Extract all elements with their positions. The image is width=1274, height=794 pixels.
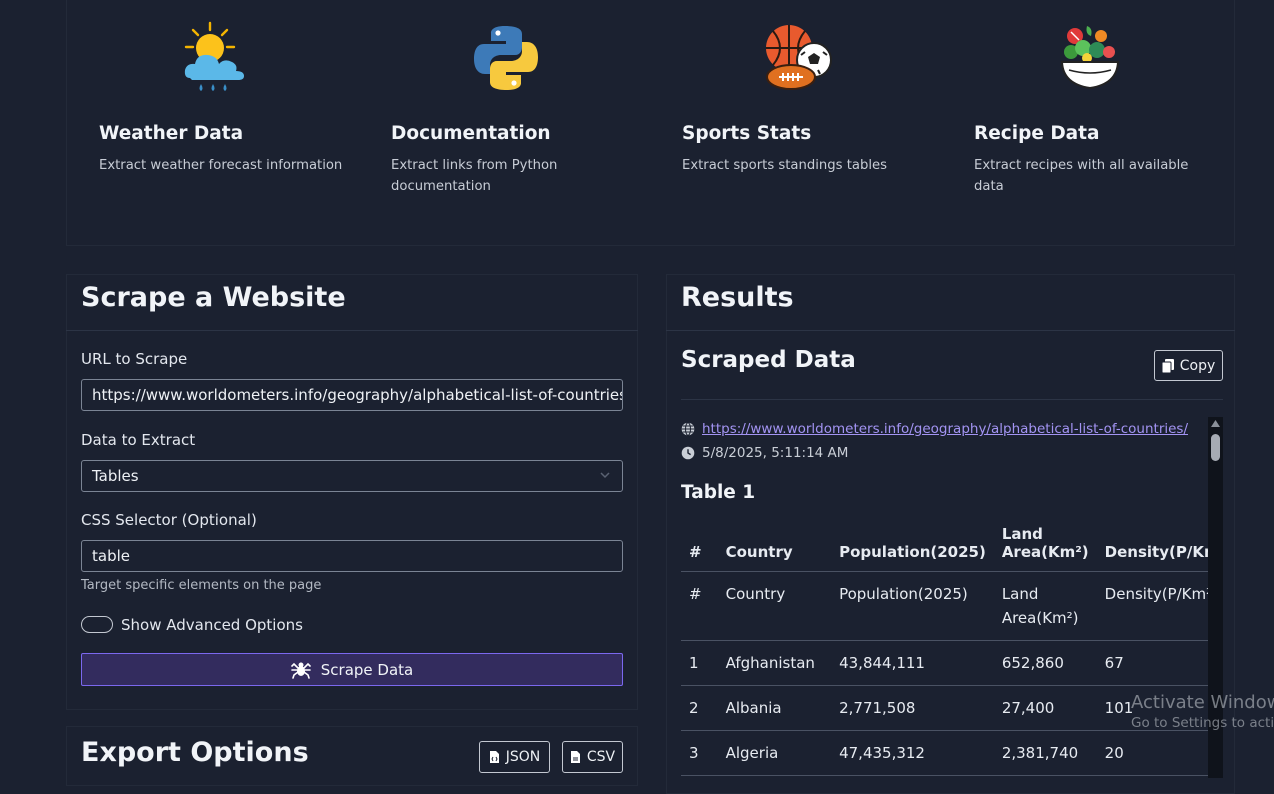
table-header-row: # Country Population(2025) Land Area(Km²… bbox=[681, 515, 1223, 572]
card-description: Extract links from Python documentation bbox=[391, 158, 558, 194]
export-json-button[interactable]: JSON bbox=[479, 741, 550, 773]
card-description: Extract recipes with all available data bbox=[974, 158, 1189, 194]
globe-icon bbox=[681, 422, 695, 436]
watermark-line-1: Activate Windows bbox=[1131, 692, 1274, 713]
advanced-label[interactable]: Show Advanced Options bbox=[121, 616, 303, 634]
watermark-line-2: Go to Settings to activate Windows. bbox=[1131, 715, 1274, 731]
extract-label: Data to Extract bbox=[81, 431, 196, 449]
scrape-button[interactable]: Scrape Data bbox=[81, 653, 623, 686]
card-title: Sports Stats bbox=[682, 123, 812, 144]
spider-icon bbox=[290, 662, 311, 679]
table-cell: Algeria bbox=[725, 744, 779, 762]
scroll-up-icon[interactable] bbox=[1211, 420, 1220, 427]
card-description: Extract sports standings tables bbox=[682, 158, 887, 173]
column-header: Density(P/Km²) bbox=[1104, 543, 1223, 561]
weather-icon bbox=[184, 21, 244, 91]
export-json-label: JSON bbox=[505, 749, 541, 765]
table-title: Table 1 bbox=[681, 482, 756, 503]
url-label: URL to Scrape bbox=[81, 350, 188, 368]
extract-select[interactable]: Tables bbox=[81, 460, 623, 492]
table-cell: Population(2025) bbox=[839, 585, 968, 603]
table-cell: Country bbox=[725, 585, 786, 603]
sports-balls-icon bbox=[766, 25, 832, 90]
divider bbox=[66, 330, 638, 331]
card-title: Documentation bbox=[391, 123, 551, 144]
table-row: # Country Population(2025) Land Area(Km²… bbox=[681, 572, 1223, 641]
card-description: Extract weather forecast information bbox=[99, 158, 343, 173]
copy-label: Copy bbox=[1179, 357, 1216, 374]
copy-button[interactable]: Copy bbox=[1154, 350, 1223, 381]
table-cell: 43,844,111 bbox=[839, 654, 925, 672]
table-cell: # bbox=[689, 585, 702, 603]
copy-icon bbox=[1161, 358, 1174, 373]
export-csv-label: CSV bbox=[586, 749, 616, 765]
export-csv-button[interactable]: CSV bbox=[562, 741, 623, 773]
timestamp-line: 5/8/2025, 5:11:14 AM bbox=[681, 445, 848, 461]
url-input[interactable]: https://www.worldometers.info/geography/… bbox=[81, 379, 623, 411]
scraped-data-title: Scraped Data bbox=[681, 347, 856, 373]
source-url-link[interactable]: https://www.worldometers.info/geography/… bbox=[702, 421, 1188, 437]
table-cell: 2,381,740 bbox=[1001, 744, 1079, 762]
table-cell: 2 bbox=[689, 699, 699, 717]
scrape-button-label: Scrape Data bbox=[320, 660, 414, 679]
export-title: Export Options bbox=[81, 737, 309, 768]
table-row: 1 Afghanistan 43,844,111 652,860 67 bbox=[681, 641, 1223, 686]
selector-input[interactable]: table bbox=[81, 540, 623, 572]
table-cell: 652,860 bbox=[1001, 654, 1064, 672]
selector-label: CSS Selector (Optional) bbox=[81, 511, 257, 529]
table-cell: 67 bbox=[1104, 654, 1124, 672]
salad-bowl-icon bbox=[1060, 26, 1120, 90]
column-header: Population(2025) bbox=[839, 543, 986, 561]
results-title: Results bbox=[681, 282, 794, 313]
table-cell: 2,771,508 bbox=[839, 699, 916, 717]
selector-hint: Target specific elements on the page bbox=[81, 578, 322, 593]
scrollbar-thumb[interactable] bbox=[1211, 434, 1220, 461]
results-table: # Country Population(2025) Land Area(Km²… bbox=[681, 515, 1223, 776]
chevron-down-icon bbox=[600, 472, 610, 479]
divider bbox=[681, 399, 1223, 400]
timestamp: 5/8/2025, 5:11:14 AM bbox=[702, 445, 849, 461]
table-cell: 3 bbox=[689, 744, 699, 762]
column-header: Land Area(Km²) bbox=[1001, 525, 1089, 561]
python-icon bbox=[474, 26, 538, 90]
table-cell: 20 bbox=[1104, 744, 1124, 762]
table-cell: Density(P/Km²) bbox=[1104, 585, 1218, 603]
column-header: Country bbox=[725, 543, 793, 561]
advanced-toggle[interactable] bbox=[81, 616, 113, 633]
card-title: Recipe Data bbox=[974, 123, 1100, 144]
scrape-title: Scrape a Website bbox=[81, 282, 346, 313]
table-row: 3 Algeria 47,435,312 2,381,740 20 bbox=[681, 731, 1223, 776]
file-code-icon bbox=[489, 751, 499, 763]
file-csv-icon bbox=[570, 751, 580, 763]
table-cell: Albania bbox=[725, 699, 782, 717]
source-line: https://www.worldometers.info/geography/… bbox=[681, 421, 1188, 437]
scrape-panel bbox=[66, 274, 638, 710]
table-cell: 1 bbox=[689, 654, 699, 672]
clock-icon bbox=[681, 446, 695, 460]
column-header: # bbox=[689, 543, 702, 561]
table-cell: Afghanistan bbox=[725, 654, 815, 672]
table-cell: 47,435,312 bbox=[839, 744, 925, 762]
card-title: Weather Data bbox=[99, 123, 244, 144]
divider bbox=[666, 330, 1235, 331]
table-cell: Land Area(Km²) bbox=[1001, 585, 1079, 627]
extract-select-value: Tables bbox=[92, 467, 139, 485]
activate-windows-watermark: Activate Windows Go to Settings to activ… bbox=[1131, 692, 1274, 731]
table-cell: 27,400 bbox=[1001, 699, 1055, 717]
